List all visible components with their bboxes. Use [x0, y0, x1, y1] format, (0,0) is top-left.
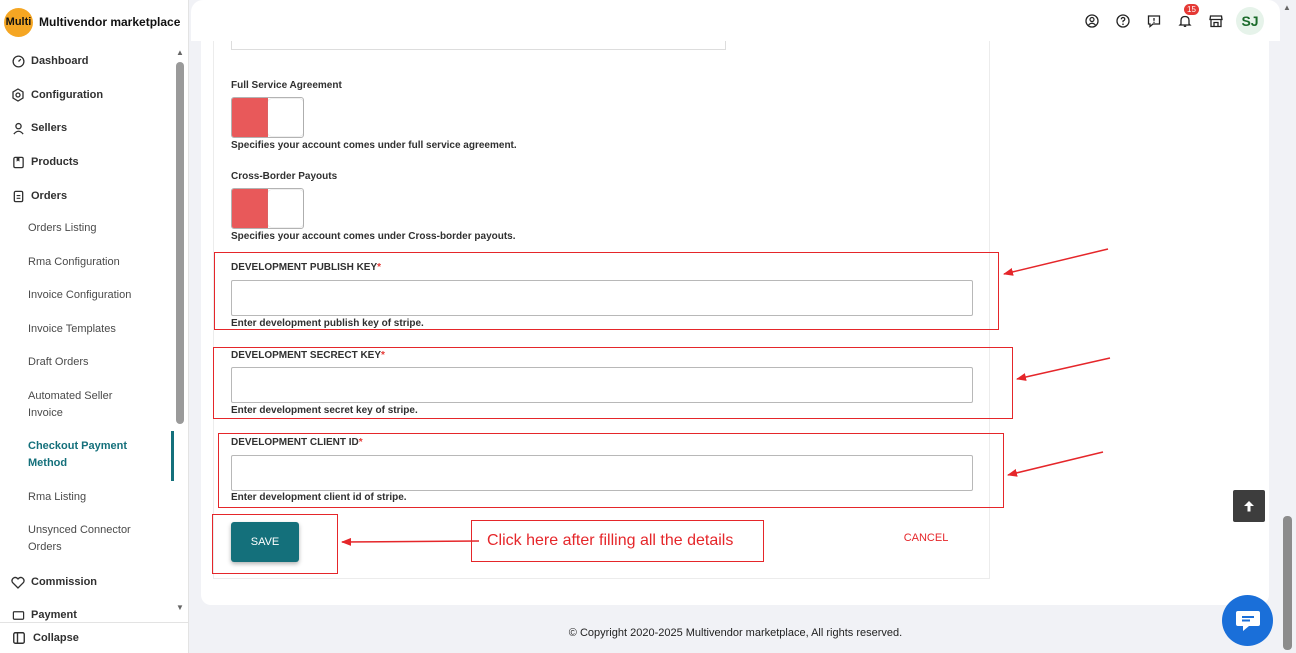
sidebar: Multi Multivendor marketplace Dashboard …	[0, 0, 189, 653]
previous-field-input[interactable]	[231, 41, 726, 50]
publish-key-help: Enter development publish key of stripe.	[231, 318, 424, 329]
collapse-icon	[13, 632, 25, 644]
sidebar-scrollbar[interactable]	[176, 62, 184, 424]
feedback-icon[interactable]	[1143, 8, 1164, 34]
toggle-on-track	[232, 189, 268, 228]
sidebar-subitem-rma-configuration[interactable]: Rma Configuration	[28, 254, 168, 271]
page-scroll-up-arrow-icon[interactable]: ▲	[1283, 3, 1291, 12]
full-service-label: Full Service Agreement	[231, 80, 342, 91]
avatar[interactable]: SJ	[1236, 7, 1264, 35]
full-service-help: Specifies your account comes under full …	[231, 140, 517, 151]
store-icon[interactable]	[1205, 8, 1226, 34]
sidebar-item-label: Orders	[31, 190, 68, 202]
required-mark: *	[381, 350, 385, 361]
toggle-knob	[268, 99, 303, 136]
sidebar-subitem-invoice-configuration[interactable]: Invoice Configuration	[28, 287, 168, 304]
sidebar-item-label: Payment	[31, 609, 77, 621]
scroll-to-top-button[interactable]	[1233, 490, 1265, 522]
collapse-label: Collapse	[33, 632, 79, 644]
sidebar-subitem-orders-listing[interactable]: Orders Listing	[28, 220, 168, 237]
client-id-help: Enter development client id of stripe.	[231, 492, 407, 503]
sidebar-item-label: Products	[31, 156, 79, 168]
payment-icon	[11, 608, 25, 622]
sidebar-item-dashboard[interactable]: Dashboard	[0, 54, 174, 68]
footer-copyright: © Copyright 2020-2025 Multivendor market…	[568, 627, 903, 639]
sidebar-item-configuration[interactable]: Configuration	[0, 88, 174, 102]
scroll-down-arrow-icon[interactable]: ▼	[176, 603, 184, 612]
bell-icon[interactable]: 15	[1174, 4, 1199, 34]
brand-logo: Multi	[4, 7, 33, 37]
person-icon	[11, 121, 25, 135]
arrow-up-icon	[1244, 501, 1254, 512]
publish-key-input[interactable]	[231, 280, 973, 316]
client-id-label-text: DEVELOPMENT CLIENT ID	[231, 437, 359, 448]
sidebar-subitem-rma-listing[interactable]: Rma Listing	[28, 489, 168, 506]
sidebar-nav: Dashboard Configuration Sellers Products…	[0, 44, 174, 622]
sidebar-subitem-draft-orders[interactable]: Draft Orders	[28, 354, 168, 371]
active-indicator	[171, 431, 174, 481]
account-icon[interactable]	[1081, 8, 1102, 34]
toggle-on-track	[232, 98, 268, 137]
secret-key-label: DEVELOPMENT SECRECT KEY*	[231, 350, 385, 361]
notification-badge: 15	[1184, 4, 1199, 15]
client-id-input[interactable]	[231, 455, 973, 491]
secret-key-label-text: DEVELOPMENT SECRECT KEY	[231, 350, 382, 361]
publish-key-label: DEVELOPMENT PUBLISH KEY*	[231, 262, 381, 273]
sidebar-item-sellers[interactable]: Sellers	[0, 121, 174, 135]
client-id-label: DEVELOPMENT CLIENT ID*	[231, 437, 363, 448]
cross-border-toggle[interactable]	[231, 188, 304, 229]
scroll-up-arrow-icon[interactable]: ▲	[176, 48, 184, 57]
tag-icon	[11, 155, 25, 169]
secret-key-input[interactable]	[231, 367, 973, 403]
toggle-knob	[268, 190, 303, 227]
annotation-callout: Click here after filling all the details	[471, 520, 764, 562]
sidebar-item-orders[interactable]: Orders	[0, 189, 174, 203]
sidebar-subitem-invoice-templates[interactable]: Invoice Templates	[28, 321, 168, 338]
required-mark: *	[377, 262, 382, 273]
help-icon[interactable]	[1112, 8, 1133, 34]
collapse-button[interactable]: Collapse	[0, 622, 189, 653]
save-button[interactable]: SAVE	[231, 522, 299, 562]
cross-border-label: Cross-Border Payouts	[231, 171, 338, 182]
sidebar-item-commission[interactable]: Commission	[0, 575, 174, 589]
sidebar-item-label: Commission	[31, 576, 98, 588]
required-mark: *	[358, 437, 363, 448]
sidebar-item-payment[interactable]: Payment	[0, 608, 174, 622]
cross-border-help: Specifies your account comes under Cross…	[231, 231, 516, 242]
top-bar: 15 SJ	[191, 0, 1280, 41]
sidebar-item-label: Sellers	[31, 122, 68, 134]
publish-key-label-text: DEVELOPMENT PUBLISH KEY	[231, 262, 378, 273]
sidebar-item-products[interactable]: Products	[0, 155, 174, 169]
brand-name: Multivendor marketplace	[39, 15, 181, 29]
commission-icon	[11, 575, 25, 589]
sidebar-item-label: Configuration	[31, 89, 104, 101]
orders-icon	[11, 189, 25, 203]
dashboard-icon	[11, 54, 25, 68]
brand[interactable]: Multi Multivendor marketplace	[4, 7, 180, 37]
gear-icon	[11, 88, 25, 102]
full-service-toggle[interactable]	[231, 97, 304, 138]
secret-key-help: Enter development secret key of stripe.	[231, 405, 418, 416]
sidebar-subitem-checkout-payment-method[interactable]: Checkout Payment Method	[28, 438, 153, 472]
sidebar-subitem-automated-seller-invoice[interactable]: Automated Seller Invoice	[28, 388, 138, 422]
sidebar-item-label: Dashboard	[31, 55, 89, 67]
sidebar-subitem-unsynced-connector-orders[interactable]: Unsynced Connector Orders	[28, 522, 153, 556]
cancel-button[interactable]: CANCEL	[898, 532, 954, 546]
page-scrollbar[interactable]	[1283, 516, 1292, 650]
